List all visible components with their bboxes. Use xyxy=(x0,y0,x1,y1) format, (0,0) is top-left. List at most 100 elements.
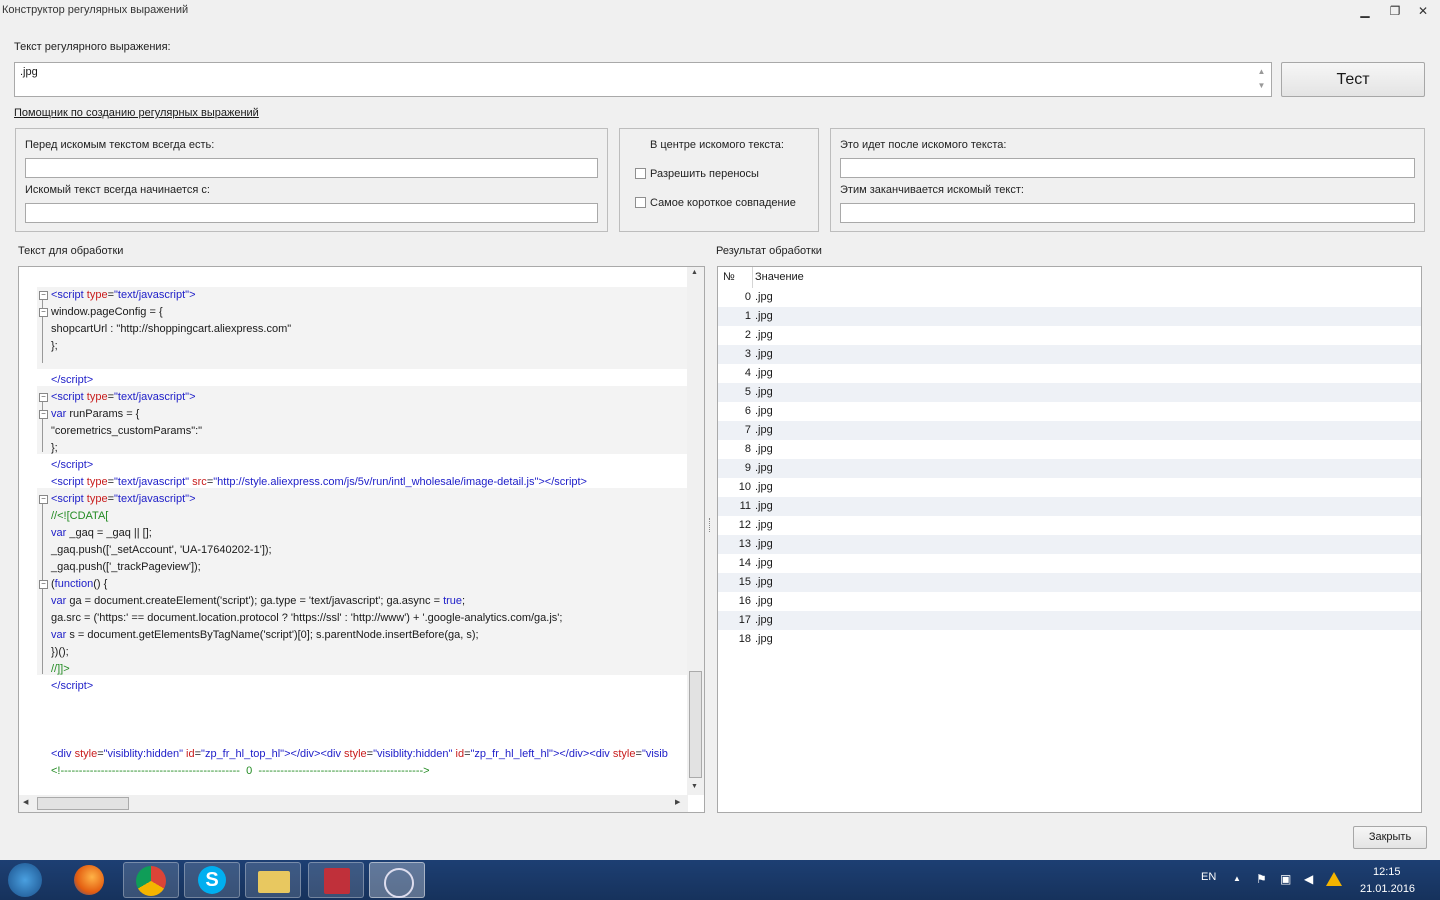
scroll-down-icon[interactable]: ▼ xyxy=(691,783,698,790)
row-value: .jpg xyxy=(755,557,773,569)
row-number: 8 xyxy=(744,443,751,455)
code-line: <!--------------------------------------… xyxy=(51,765,430,777)
editor-horizontal-scrollbar[interactable]: ◀ ▶ xyxy=(19,795,688,812)
grid-row[interactable]: 16 .jpg xyxy=(718,592,1421,611)
row-value: .jpg xyxy=(755,500,773,512)
taskbar: S EN ▲ ⚑ ▣ ◀ 12:15 21.01.2016 xyxy=(0,860,1440,900)
fold-toggle-icon[interactable]: − xyxy=(39,410,48,419)
editor-vertical-scrollbar[interactable]: ▲ ▼ xyxy=(687,267,704,795)
taskbar-save-app[interactable] xyxy=(308,862,364,898)
grid-row[interactable]: 8 .jpg xyxy=(718,440,1421,459)
splitter-grip[interactable] xyxy=(709,518,712,532)
taskbar-explorer[interactable] xyxy=(245,862,301,898)
taskbar-firefox[interactable] xyxy=(62,862,118,898)
code-line: var _gaq = _gaq || []; xyxy=(51,527,152,539)
grid-row[interactable]: 12 .jpg xyxy=(718,516,1421,535)
grid-header: № Значение xyxy=(718,267,1421,289)
restore-button[interactable]: ❐ xyxy=(1382,2,1408,20)
taskbar-chrome[interactable] xyxy=(123,862,179,898)
after-input[interactable] xyxy=(840,158,1415,178)
grid-row[interactable]: 18 .jpg xyxy=(718,630,1421,649)
shortest-label[interactable]: Самое короткое совпадение xyxy=(650,197,796,209)
google-drive-icon[interactable] xyxy=(1326,872,1342,886)
fold-line xyxy=(42,295,43,363)
grid-row[interactable]: 6 .jpg xyxy=(718,402,1421,421)
scroll-right-icon[interactable]: ▶ xyxy=(675,798,680,806)
language-indicator[interactable]: EN xyxy=(1201,871,1216,883)
grid-row[interactable]: 1 .jpg xyxy=(718,307,1421,326)
scroll-up-icon[interactable]: ▲ xyxy=(691,269,698,276)
start-button[interactable] xyxy=(4,862,48,898)
wrap-label[interactable]: Разрешить переносы xyxy=(650,168,759,180)
row-value: .jpg xyxy=(755,633,773,645)
code-line: <script type="text/javascript"> xyxy=(51,289,196,301)
regex-input[interactable]: .jpg ▲ ▼ xyxy=(14,62,1272,97)
before-input[interactable] xyxy=(25,158,598,178)
row-value: .jpg xyxy=(755,595,773,607)
grid-row[interactable]: 11 .jpg xyxy=(718,497,1421,516)
restore-icon: ❐ xyxy=(1389,4,1401,18)
vertical-scroll-thumb[interactable] xyxy=(689,671,702,778)
row-number: 9 xyxy=(744,462,751,474)
minimize-button[interactable]: ▁ xyxy=(1352,2,1378,20)
source-editor[interactable]: <script type="text/javascript"> − window.p… xyxy=(18,266,705,813)
grid-row[interactable]: 3 .jpg xyxy=(718,345,1421,364)
code-line: }; xyxy=(51,442,58,454)
clock-date[interactable]: 21.01.2016 xyxy=(1360,883,1415,895)
close-window-button[interactable]: ✕ xyxy=(1410,2,1436,20)
floppy-icon xyxy=(324,868,350,894)
chrome-icon xyxy=(136,866,166,896)
ends-input[interactable] xyxy=(840,203,1415,223)
clock-time[interactable]: 12:15 xyxy=(1373,866,1401,878)
grid-row[interactable]: 4 .jpg xyxy=(718,364,1421,383)
row-value: .jpg xyxy=(755,348,773,360)
row-number: 4 xyxy=(744,367,751,379)
action-center-icon[interactable]: ⚑ xyxy=(1256,872,1267,886)
row-number: 1 xyxy=(744,310,751,322)
regex-scroll[interactable]: ▲ ▼ xyxy=(1254,65,1269,94)
row-value: .jpg xyxy=(755,310,773,322)
fold-toggle-icon[interactable]: − xyxy=(39,393,48,402)
grid-row[interactable]: 2 .jpg xyxy=(718,326,1421,345)
network-icon[interactable]: ▣ xyxy=(1280,872,1291,886)
code-line: (function() { xyxy=(51,578,108,590)
code-area[interactable]: <script type="text/javascript"> − window.p… xyxy=(19,267,688,795)
test-button[interactable]: Тест xyxy=(1281,62,1425,97)
grid-row[interactable]: 10 .jpg xyxy=(718,478,1421,497)
row-number: 2 xyxy=(744,329,751,341)
grid-row[interactable]: 13 .jpg xyxy=(718,535,1421,554)
column-header-value[interactable]: Значение xyxy=(755,271,804,283)
grid-row[interactable]: 0 .jpg xyxy=(718,288,1421,307)
fold-toggle-icon[interactable]: − xyxy=(39,291,48,300)
wrap-checkbox[interactable] xyxy=(635,168,646,179)
windows-logo-icon xyxy=(8,863,42,897)
tray-expand-icon[interactable]: ▲ xyxy=(1233,874,1241,883)
row-number: 13 xyxy=(738,538,751,550)
code-line: window.pageConfig = { xyxy=(51,306,163,318)
fold-toggle-icon[interactable]: − xyxy=(39,495,48,504)
shortest-checkbox[interactable] xyxy=(635,197,646,208)
code-line: ga.src = ('https:' == document.location.… xyxy=(51,612,563,624)
regex-helper-link[interactable]: Помощник по созданию регулярных выражени… xyxy=(14,107,259,119)
grid-row[interactable]: 17 .jpg xyxy=(718,611,1421,630)
column-header-num[interactable]: № xyxy=(723,271,735,283)
grid-row[interactable]: 14 .jpg xyxy=(718,554,1421,573)
minimize-icon: ▁ xyxy=(1360,4,1370,18)
fold-toggle-icon[interactable]: − xyxy=(39,308,48,317)
grid-row[interactable]: 9 .jpg xyxy=(718,459,1421,478)
taskbar-active-app[interactable] xyxy=(369,862,425,898)
fold-toggle-icon[interactable]: − xyxy=(39,580,48,589)
taskbar-skype[interactable]: S xyxy=(184,862,240,898)
row-value: .jpg xyxy=(755,424,773,436)
grid-row[interactable]: 5 .jpg xyxy=(718,383,1421,402)
scroll-left-icon[interactable]: ◀ xyxy=(23,798,28,806)
grid-row[interactable]: 7 .jpg xyxy=(718,421,1421,440)
grid-row[interactable]: 15 .jpg xyxy=(718,573,1421,592)
title-bar: Конструктор регулярных выражений ▁ ❐ ✕ xyxy=(0,0,1440,22)
code-line: <script type="text/javascript"> xyxy=(51,493,196,505)
horizontal-scroll-thumb[interactable] xyxy=(37,797,129,810)
starts-input[interactable] xyxy=(25,203,598,223)
result-grid[interactable]: № Значение 0 .jpg 1 .jpg 2 .jpg 3 .jpg 4 .jpg 5 .jp… xyxy=(717,266,1422,813)
volume-icon[interactable]: ◀ xyxy=(1304,872,1313,886)
close-dialog-button[interactable]: Закрыть xyxy=(1353,826,1427,849)
